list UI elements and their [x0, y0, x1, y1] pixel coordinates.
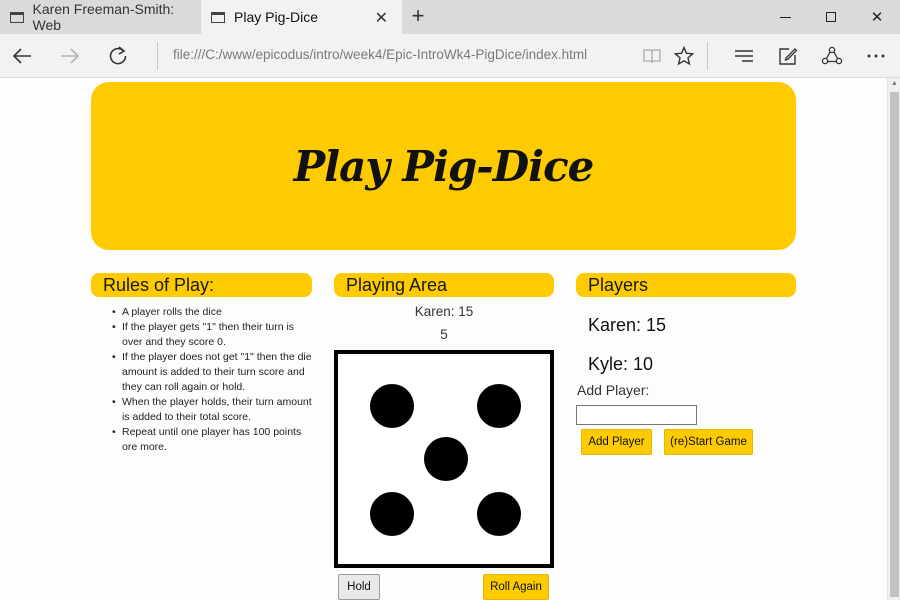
roll-again-button[interactable]: Roll Again — [483, 574, 549, 600]
tab-karen-freeman-smith[interactable]: Karen Freeman-Smith: Web — [0, 0, 200, 34]
rules-heading: Rules of Play: — [91, 273, 312, 297]
divider — [707, 42, 708, 70]
page-tab-icon — [211, 11, 225, 23]
last-roll: 5 — [440, 327, 448, 342]
page-viewport: Play Pig-Dice Rules of Play: A player ro… — [0, 78, 887, 600]
close-icon: ✕ — [870, 9, 884, 26]
rules-list: A player rolls the dice If the player ge… — [112, 305, 317, 455]
back-arrow-icon[interactable] — [6, 40, 38, 72]
share-icon[interactable] — [816, 40, 848, 72]
add-player-input[interactable] — [576, 405, 697, 425]
die-pip — [370, 492, 414, 536]
tab-title: Play Pig-Dice — [234, 9, 319, 25]
minimize-button[interactable] — [762, 0, 808, 34]
add-player-button[interactable]: Add Player — [581, 429, 652, 455]
scrollbar-thumb[interactable] — [890, 92, 899, 597]
tab-title: Karen Freeman-Smith: Web — [32, 1, 175, 33]
add-player-label: Add Player: — [577, 382, 650, 398]
tab-play-pig-dice[interactable]: Play Pig-Dice ✕ — [201, 0, 402, 34]
list-item: Repeat until one player has 100 points o… — [112, 425, 317, 455]
refresh-icon[interactable] — [102, 40, 134, 72]
maximize-button[interactable] — [808, 0, 854, 34]
die-pip — [477, 384, 521, 428]
list-item: When the player holds, their turn amount… — [112, 395, 317, 425]
window-controls: ✕ — [762, 0, 900, 34]
current-turn: Karen: 15 — [414, 304, 474, 319]
title-banner: Play Pig-Dice — [91, 82, 796, 250]
playing-area-heading: Playing Area — [334, 273, 554, 297]
die-pip — [424, 437, 468, 481]
scroll-up-icon[interactable]: ▲ — [891, 80, 898, 87]
page-title: Play Pig-Dice — [293, 141, 595, 191]
pen-note-icon[interactable] — [772, 40, 804, 72]
new-tab-icon[interactable]: + — [406, 3, 430, 31]
close-tab-icon[interactable]: ✕ — [375, 8, 388, 28]
close-window-button[interactable]: ✕ — [854, 0, 900, 34]
player-score: Kyle: 10 — [588, 354, 654, 374]
die-pip — [477, 492, 521, 536]
die-pip — [370, 384, 414, 428]
address-bar: file:///C:/www/epicodus/intro/week4/Epic… — [0, 34, 900, 78]
scrollbar[interactable]: ▲ — [887, 78, 900, 600]
players-heading: Players — [576, 273, 796, 297]
list-item: If the player gets "1" then their turn i… — [112, 320, 317, 350]
minimize-icon — [779, 16, 791, 18]
book-icon[interactable] — [636, 40, 668, 72]
player-score: Karen: 15 — [588, 315, 667, 335]
list-item: If the player does not get "1" then the … — [112, 350, 317, 395]
url-field[interactable]: file:///C:/www/epicodus/intro/week4/Epic… — [173, 47, 587, 62]
die-face — [334, 350, 554, 568]
page-tab-icon — [10, 11, 24, 23]
divider — [157, 42, 158, 70]
forward-arrow-icon[interactable] — [54, 40, 86, 72]
star-icon[interactable] — [668, 40, 700, 72]
maximize-icon — [826, 12, 836, 22]
hub-icon[interactable] — [728, 40, 760, 72]
tab-bar: Karen Freeman-Smith: Web Play Pig-Dice ✕… — [0, 0, 900, 34]
hold-button[interactable]: Hold — [338, 574, 380, 600]
ellipsis-icon[interactable] — [860, 40, 892, 72]
restart-game-button[interactable]: (re)Start Game — [664, 429, 753, 455]
list-item: A player rolls the dice — [112, 305, 317, 320]
